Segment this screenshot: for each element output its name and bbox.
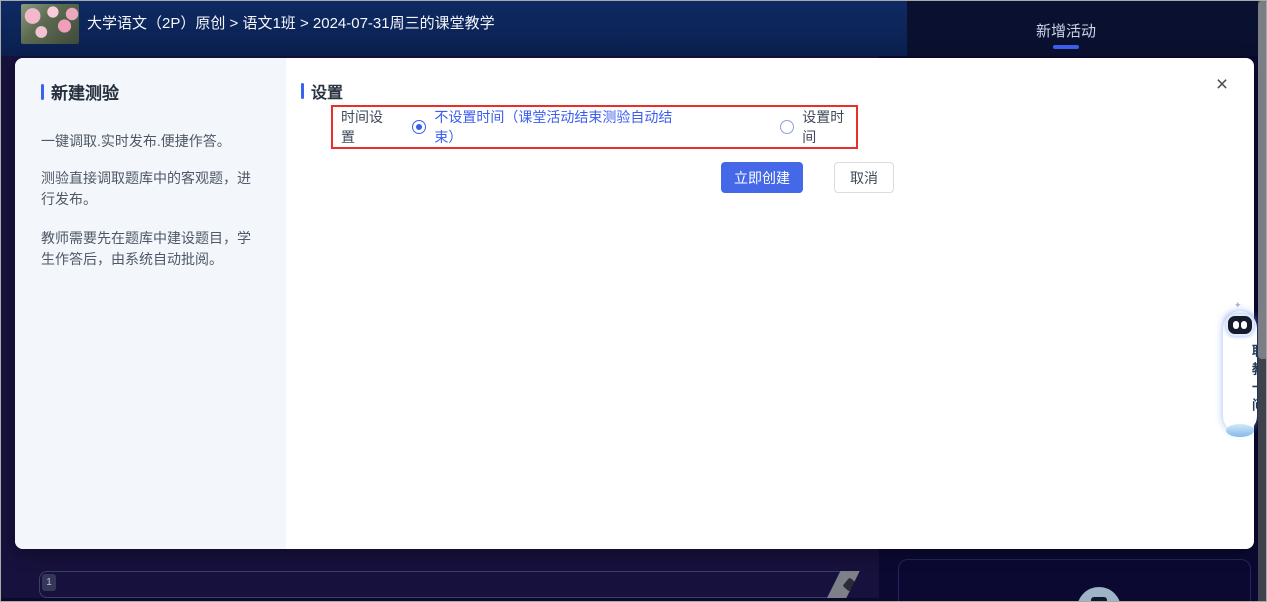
create-quiz-modal: 新建测验 一键调取.实时发布.便捷作答。 测验直接调取题库中的客观题，进行发布。… xyxy=(15,58,1254,549)
close-icon[interactable]: × xyxy=(1207,70,1237,100)
sparkle-icon: ✦ xyxy=(1234,300,1242,311)
vertical-scrollbar[interactable] xyxy=(1258,1,1267,602)
scrollbar-thumb[interactable] xyxy=(1258,1,1267,359)
tab-add-activity[interactable]: 新增活动 xyxy=(1009,20,1123,41)
robot-eye xyxy=(1241,321,1247,329)
camera-icon xyxy=(1091,597,1107,602)
create-now-button[interactable]: 立即创建 xyxy=(721,162,803,193)
breadcrumb[interactable]: 大学语文（2P）原创 > 语文1班 > 2024-07-31周三的课堂教学 xyxy=(87,1,495,47)
settings-section-title: 设置 xyxy=(311,79,343,103)
title-accent-bar xyxy=(41,84,44,100)
assistant-widget[interactable]: ✦ 职教一问 xyxy=(1222,300,1258,440)
radio-set-time-label[interactable]: 设置时间 xyxy=(802,107,856,147)
course-cover-image xyxy=(21,4,79,44)
radio-option-set-time[interactable]: 设置时间 xyxy=(780,107,856,147)
description-line: 一键调取.实时发布.便捷作答。 xyxy=(41,131,263,152)
modal-sidebar: 新建测验 一键调取.实时发布.便捷作答。 测验直接调取题库中的客观题，进行发布。… xyxy=(15,58,286,549)
settings-section-title-row: 设置 xyxy=(301,79,343,103)
robot-icon xyxy=(1226,314,1254,336)
time-setting-label: 时间设置 xyxy=(341,107,395,147)
modal-actions: 立即创建 取消 xyxy=(721,162,894,193)
cancel-button[interactable]: 取消 xyxy=(834,162,894,193)
robot-eye xyxy=(1233,321,1239,329)
ribbon-glyph-icon xyxy=(843,577,857,591)
assistant-pill[interactable]: 职教一问 xyxy=(1223,311,1257,433)
tab-active-indicator xyxy=(1053,45,1079,49)
right-panel-card xyxy=(898,559,1251,602)
modal-title: 新建测验 xyxy=(51,79,119,104)
screen: 大学语文（2P）原创 > 语文1班 > 2024-07-31周三的课堂教学 新增… xyxy=(0,0,1267,602)
section-accent-bar xyxy=(301,83,304,99)
time-setting-highlight-box: 时间设置 不设置时间（课堂活动结束测验自动结束） 设置时间 xyxy=(331,105,858,149)
slide-number-badge: 1 xyxy=(42,574,56,591)
radio-unselected-icon[interactable] xyxy=(780,120,794,134)
radio-selected-icon[interactable] xyxy=(412,120,426,134)
modal-title-row: 新建测验 xyxy=(41,79,119,104)
description-line: 教师需要先在题库中建设题目，学生作答后，由系统自动批阅。 xyxy=(41,228,263,270)
description-line: 测验直接调取题库中的客观题，进行发布。 xyxy=(41,168,263,210)
radio-option-no-time[interactable]: 不设置时间（课堂活动结束测验自动结束） xyxy=(412,107,692,147)
radio-no-time-label[interactable]: 不设置时间（课堂活动结束测验自动结束） xyxy=(434,107,692,147)
slide-thumbnail-box[interactable]: 1 xyxy=(39,571,846,598)
wave-decoration xyxy=(1226,424,1254,437)
